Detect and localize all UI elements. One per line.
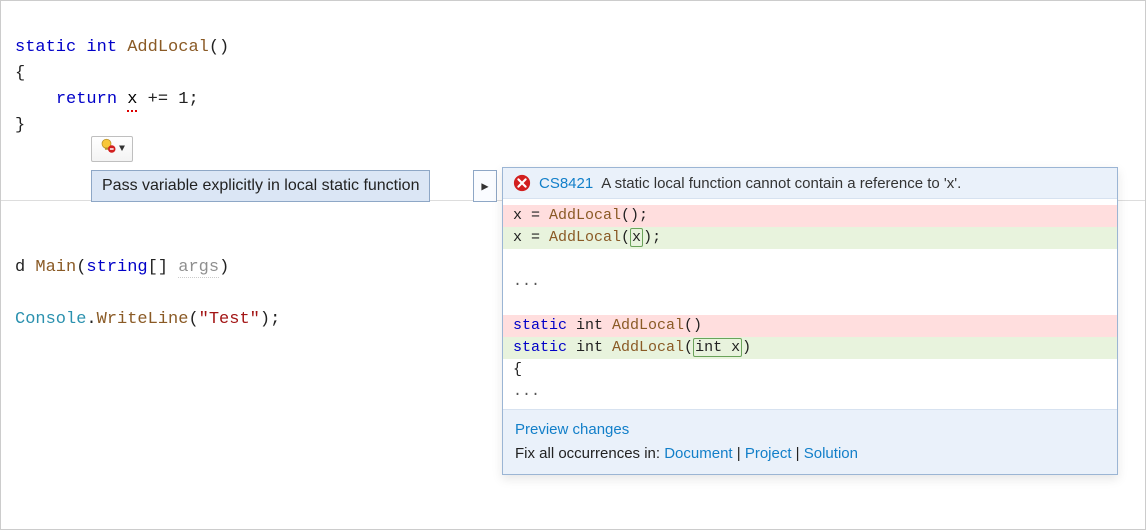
diff-added-line: static int AddLocal(int x): [503, 337, 1117, 359]
brace-close: }: [15, 116, 25, 135]
error-code[interactable]: CS8421: [539, 175, 593, 192]
kw-string: string: [86, 258, 147, 277]
fix-solution-link[interactable]: Solution: [804, 445, 858, 462]
diff-gap: ...: [503, 249, 1117, 315]
preview-changes-link[interactable]: Preview changes: [515, 421, 629, 438]
inserted-x: x: [630, 228, 643, 247]
string-test: "Test": [199, 310, 260, 329]
error-x[interactable]: x: [127, 90, 137, 112]
fn-main: Main: [35, 258, 76, 277]
cls-console: Console: [15, 310, 86, 329]
inserted-int-x: int x: [693, 338, 742, 357]
kw-return: return: [56, 90, 117, 109]
fn-writeline: WriteLine: [97, 310, 189, 329]
expand-preview-button[interactable]: ▶: [473, 170, 497, 202]
diff-deleted-line: static int AddLocal(): [503, 315, 1117, 337]
lightbulb-error-icon: [99, 137, 117, 161]
text: (: [76, 258, 86, 277]
error-icon: [513, 174, 531, 192]
brace-open: {: [15, 64, 25, 83]
fix-project-link[interactable]: Project: [745, 445, 792, 462]
diff-added-line: x = AddLocal(x);: [503, 227, 1117, 249]
fn-addlocal: AddLocal: [127, 38, 209, 57]
fix-preview-panel: CS8421 A static local function cannot co…: [502, 167, 1118, 475]
text: d: [15, 258, 35, 277]
quick-fix-label: Pass variable explicitly in local static…: [102, 177, 419, 195]
error-header: CS8421 A static local function cannot co…: [503, 168, 1117, 199]
text: (: [188, 310, 198, 329]
diff-gap: ...: [503, 381, 1117, 403]
diff-view: x = AddLocal(); x = AddLocal(x); ... sta…: [503, 199, 1117, 409]
text: []: [148, 258, 179, 277]
preview-footer: Preview changes Fix all occurrences in: …: [503, 409, 1117, 474]
text: .: [86, 310, 96, 329]
fix-document-link[interactable]: Document: [664, 445, 732, 462]
chevron-right-icon: ▶: [481, 179, 488, 194]
diff-brace: {: [503, 359, 1117, 381]
kw-int: int: [86, 38, 117, 57]
text: ): [219, 258, 229, 277]
text: );: [260, 310, 280, 329]
kw-static: static: [15, 38, 76, 57]
fix-all-label: Fix all occurrences in:: [515, 445, 664, 462]
error-message: A static local function cannot contain a…: [601, 175, 961, 192]
lightbulb-button[interactable]: ▼: [91, 136, 133, 162]
param-args: args: [178, 258, 219, 278]
quick-fix-item[interactable]: Pass variable explicitly in local static…: [91, 170, 430, 202]
text: (): [209, 38, 229, 57]
text: += 1;: [137, 90, 198, 109]
diff-deleted-line: x = AddLocal();: [503, 205, 1117, 227]
chevron-down-icon: ▼: [119, 144, 125, 155]
